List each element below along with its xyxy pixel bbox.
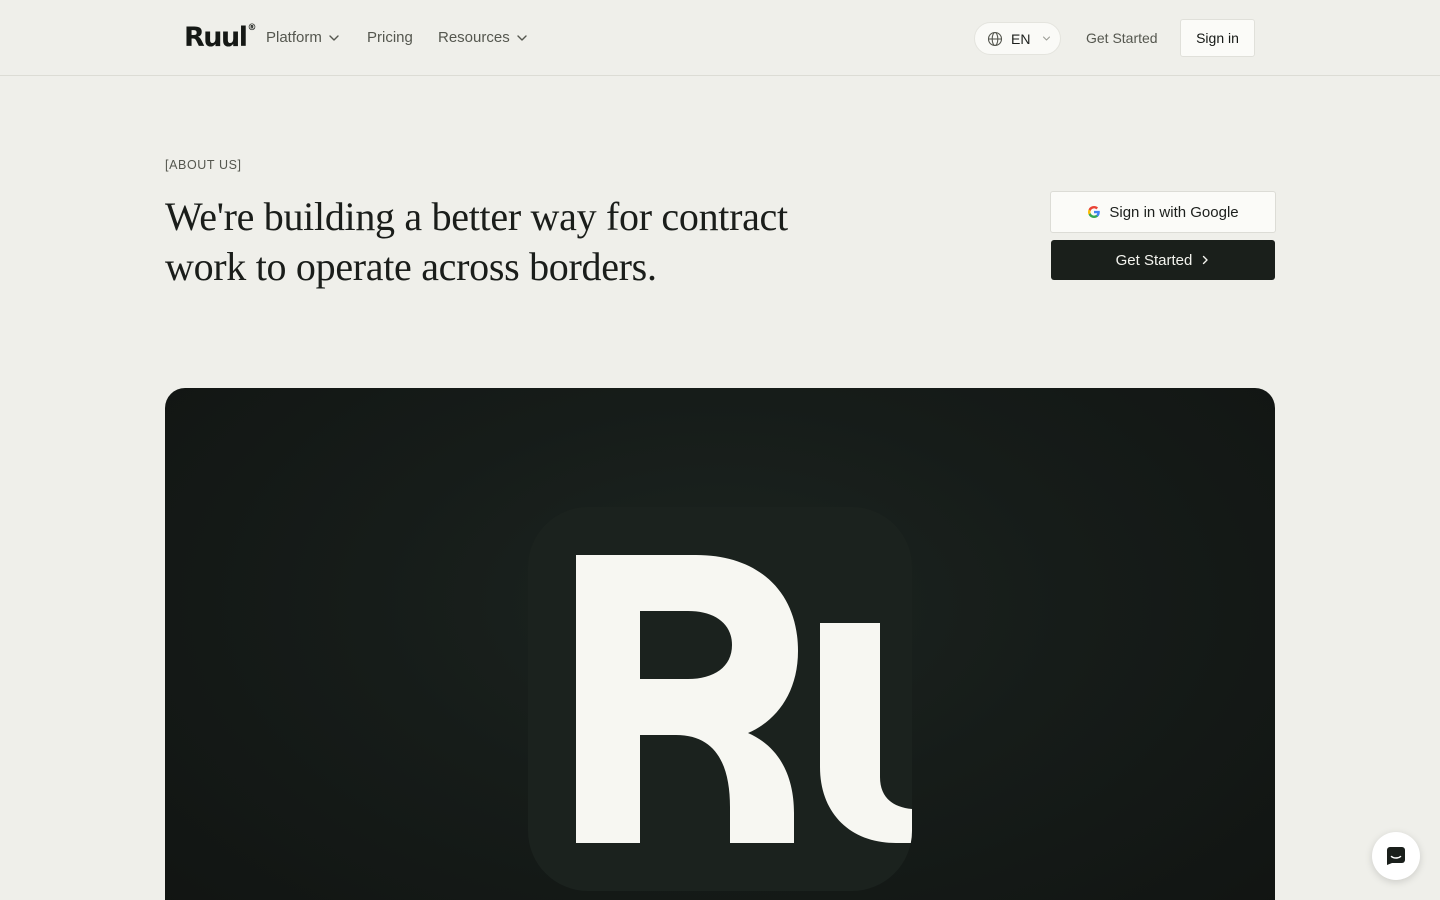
headline-line-2: work to operate across borders.	[165, 244, 657, 289]
logo-text: Ruul	[184, 22, 248, 53]
language-selector[interactable]: EN	[974, 22, 1061, 55]
chevron-right-icon	[1203, 255, 1209, 265]
nav-resources-label: Resources	[438, 29, 510, 46]
get-started-label: Get Started	[1115, 251, 1193, 269]
sign-in-button[interactable]: Sign in	[1180, 19, 1255, 57]
chevron-down-icon	[329, 34, 339, 41]
sign-in-label: Sign in	[1196, 30, 1239, 46]
chevron-down-icon	[517, 34, 527, 41]
chevron-down-icon	[1043, 36, 1051, 41]
site-header: Ruul ® Platform Pricing Resources EN Get…	[0, 0, 1440, 76]
section-eyebrow: [ABOUT US]	[165, 158, 242, 172]
language-label: EN	[1011, 30, 1031, 47]
ruul-monogram-icon	[576, 555, 912, 843]
google-button-label: Sign in with Google	[1109, 203, 1239, 221]
page-headline: We're building a better way for contract…	[165, 192, 865, 292]
google-icon	[1088, 205, 1101, 219]
header-get-started-link[interactable]: Get Started	[1086, 30, 1158, 46]
nav-pricing-label: Pricing	[367, 29, 413, 46]
nav-platform[interactable]: Platform	[266, 29, 340, 46]
chat-launcher-button[interactable]	[1372, 832, 1420, 880]
ruul-app-icon	[528, 507, 912, 891]
chat-icon	[1387, 847, 1405, 865]
hero-media-panel	[165, 388, 1275, 900]
nav-resources[interactable]: Resources	[438, 29, 528, 46]
headline-line-1: We're building a better way for contract	[165, 194, 788, 239]
globe-icon	[987, 31, 1003, 46]
get-started-button[interactable]: Get Started	[1051, 240, 1275, 280]
logo-registered-mark: ®	[247, 23, 257, 33]
nav-pricing[interactable]: Pricing	[367, 29, 413, 46]
ruul-logo[interactable]: Ruul ®	[184, 22, 257, 53]
nav-platform-label: Platform	[266, 29, 322, 46]
google-sign-in-button[interactable]: Sign in with Google	[1050, 191, 1276, 233]
